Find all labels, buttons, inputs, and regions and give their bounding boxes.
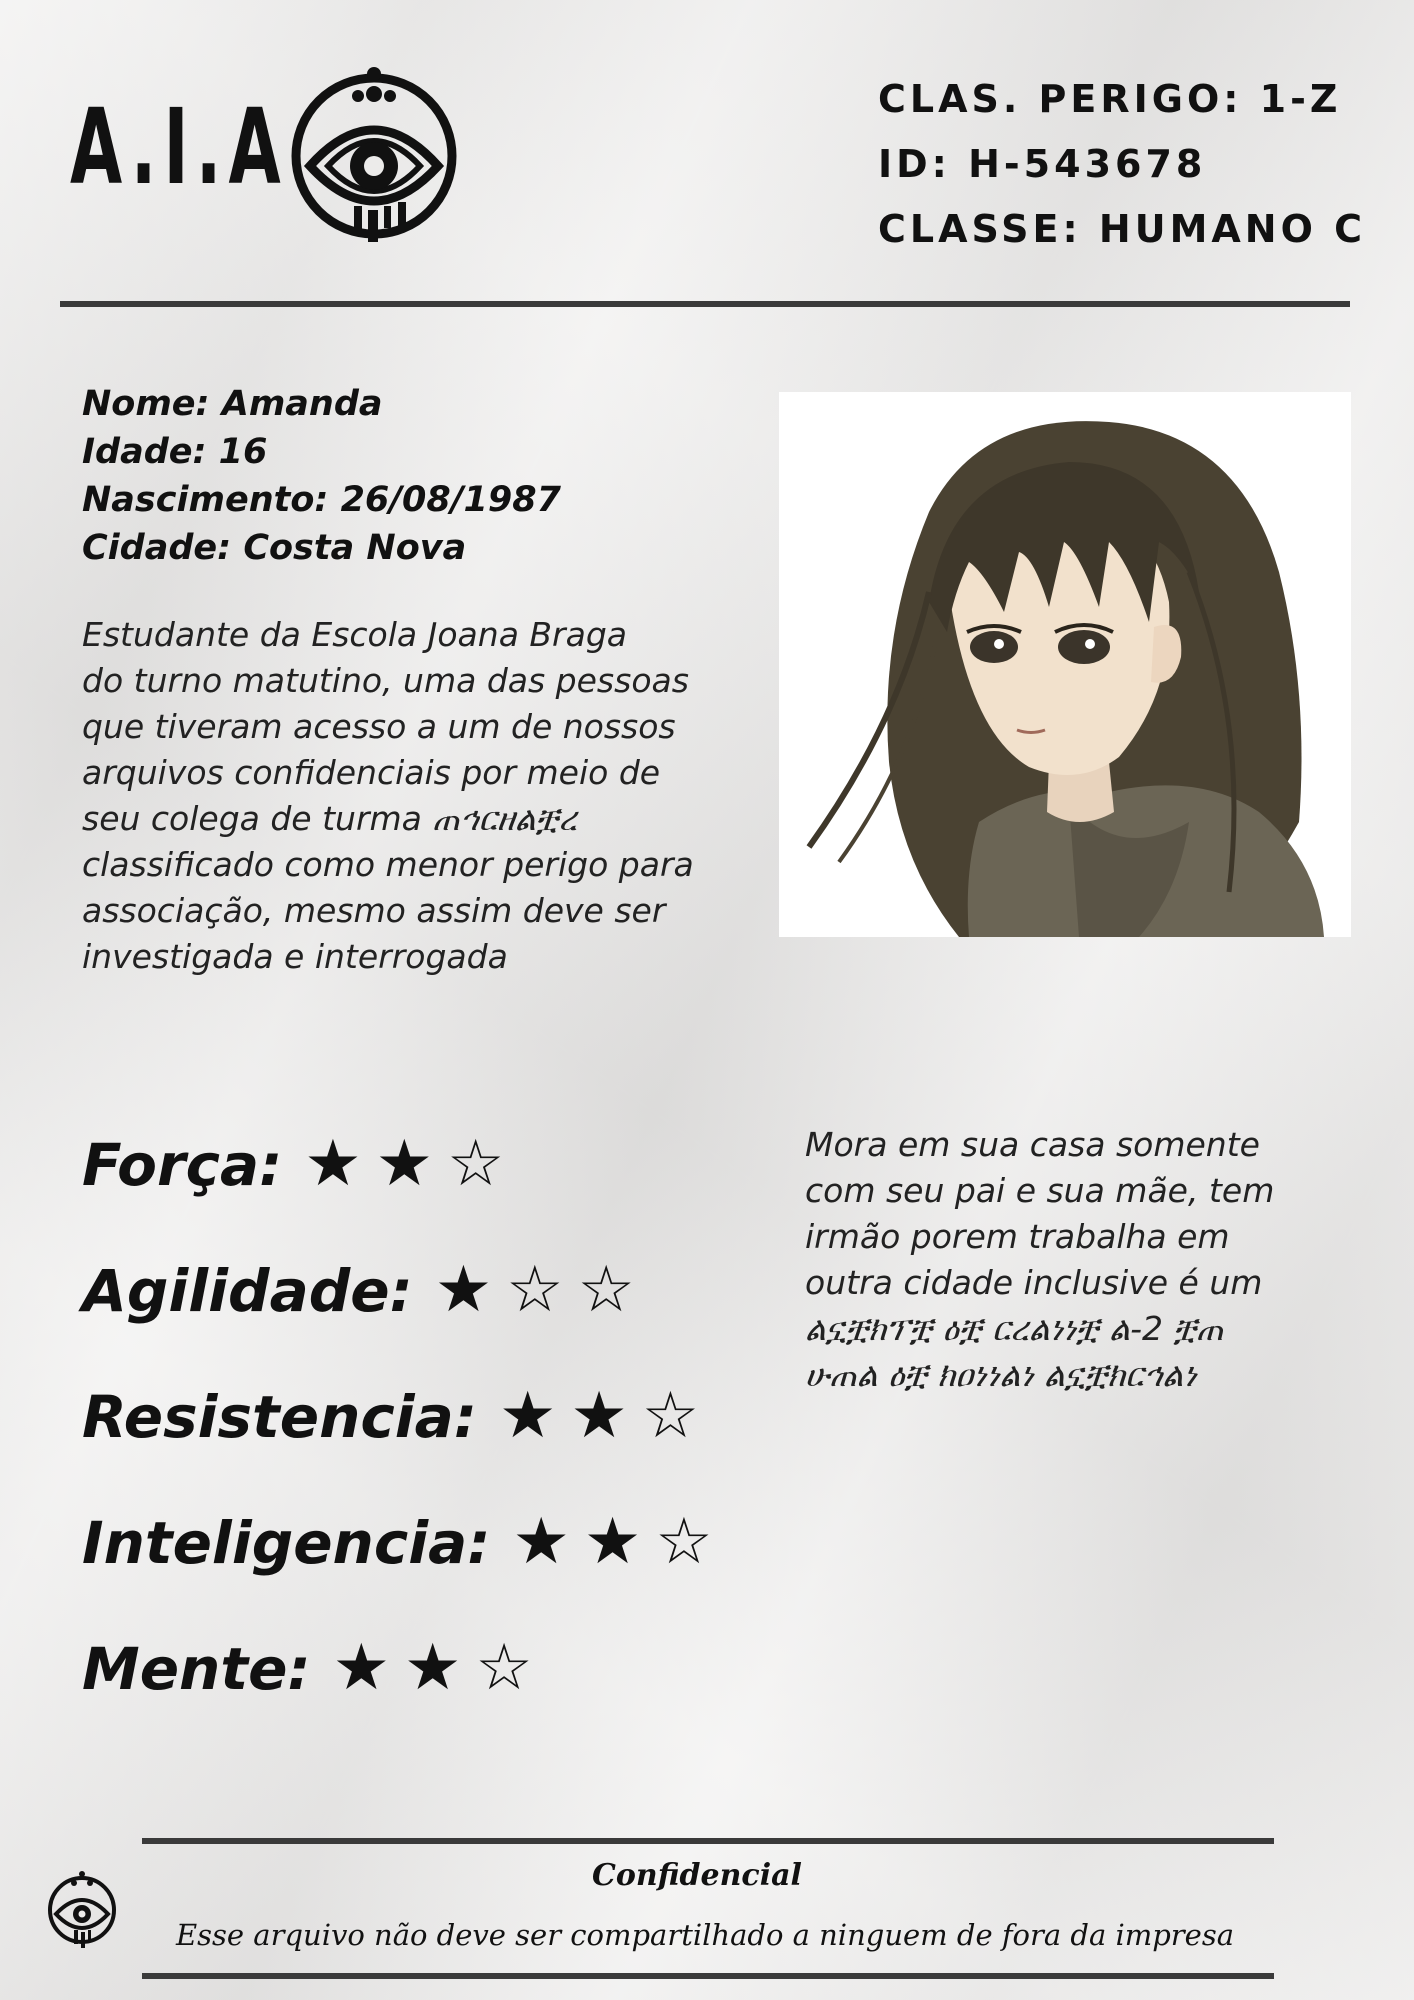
stat-row: Agilidade: ★☆☆: [82, 1258, 649, 1322]
confidential-title: Confidencial: [0, 1858, 1414, 1893]
stat-label: Mente:: [82, 1635, 311, 1703]
stat-label: Inteligencia:: [82, 1509, 491, 1577]
confidential-notice: Esse arquivo não deve ser compartilhado …: [0, 1918, 1414, 1952]
subject-portrait: [779, 392, 1351, 937]
side-note-line: Mora em sua casa somente: [805, 1125, 1260, 1164]
name-field: Nome: Amanda: [82, 384, 383, 424]
header-divider: [60, 301, 1350, 307]
side-note-line: outra cidade inclusive é um: [805, 1263, 1263, 1302]
description-line: investigada e interrogada: [82, 937, 508, 976]
footer-bottom-divider: [142, 1973, 1274, 1979]
star-rating-icon: ★★☆: [498, 1379, 714, 1453]
star-rating-icon: ★★☆: [512, 1505, 727, 1579]
side-note-line: ልኗቿክፕቿ ዕቿ ርረልነነቿ ል-2 ቿጠ: [805, 1309, 1224, 1348]
side-note: Mora em sua casa somente com seu pai e s…: [805, 1122, 1365, 1398]
stat-row: Resistencia: ★★☆: [82, 1384, 713, 1448]
description-line: classificado como menor perigo para: [82, 845, 694, 884]
stat-label: Força:: [82, 1131, 283, 1199]
stat-row: Força: ★★☆: [82, 1132, 518, 1196]
side-note-line: irmão porem trabalha em: [805, 1217, 1230, 1256]
birth-field: Nascimento: 26/08/1987: [82, 480, 561, 520]
subject-class: CLASSE: HUMANO C: [878, 207, 1367, 251]
description-line: seu colega de turma ጠኅርዘልቿረ: [82, 799, 577, 838]
danger-class: CLAS. PERIGO: 1-Z: [878, 77, 1342, 121]
description-line: do turno matutino, uma das pessoas: [82, 661, 689, 700]
file-id: ID: H-543678: [878, 142, 1207, 186]
eye-emblem-icon: [291, 67, 457, 242]
description-line: que tiveram acesso a um de nossos: [82, 707, 676, 746]
confidential-notice-text: Esse arquivo não deve ser compartilhado …: [175, 1918, 1234, 1952]
stat-row: Mente: ★★☆: [82, 1636, 547, 1700]
star-rating-icon: ★☆☆: [434, 1253, 649, 1327]
description: Estudante da Escola Joana Braga do turno…: [82, 612, 762, 980]
city-field: Cidade: Costa Nova: [82, 528, 467, 568]
stat-label: Agilidade:: [82, 1257, 413, 1325]
stat-label: Resistencia:: [82, 1383, 477, 1451]
confidential-title-text: Confidencial: [592, 1858, 802, 1893]
age-field: Idade: 16: [82, 432, 268, 472]
stat-row: Inteligencia: ★★☆: [82, 1510, 727, 1574]
agency-logo-text: A.I.A: [70, 86, 288, 208]
description-line: associação, mesmo assim deve ser: [82, 891, 666, 930]
star-rating-icon: ★★☆: [304, 1127, 519, 1201]
description-line: arquivos confidenciais por meio de: [82, 753, 661, 792]
description-line: Estudante da Escola Joana Braga: [82, 615, 627, 654]
side-note-line: com seu pai e sua mãe, tem: [805, 1171, 1275, 1210]
side-note-line: ሁጠል ዕቿ ክዐነነልነ ልኗቿክርኅልነ: [805, 1355, 1197, 1394]
footer-top-divider: [142, 1838, 1274, 1844]
star-rating-icon: ★★☆: [332, 1631, 547, 1705]
